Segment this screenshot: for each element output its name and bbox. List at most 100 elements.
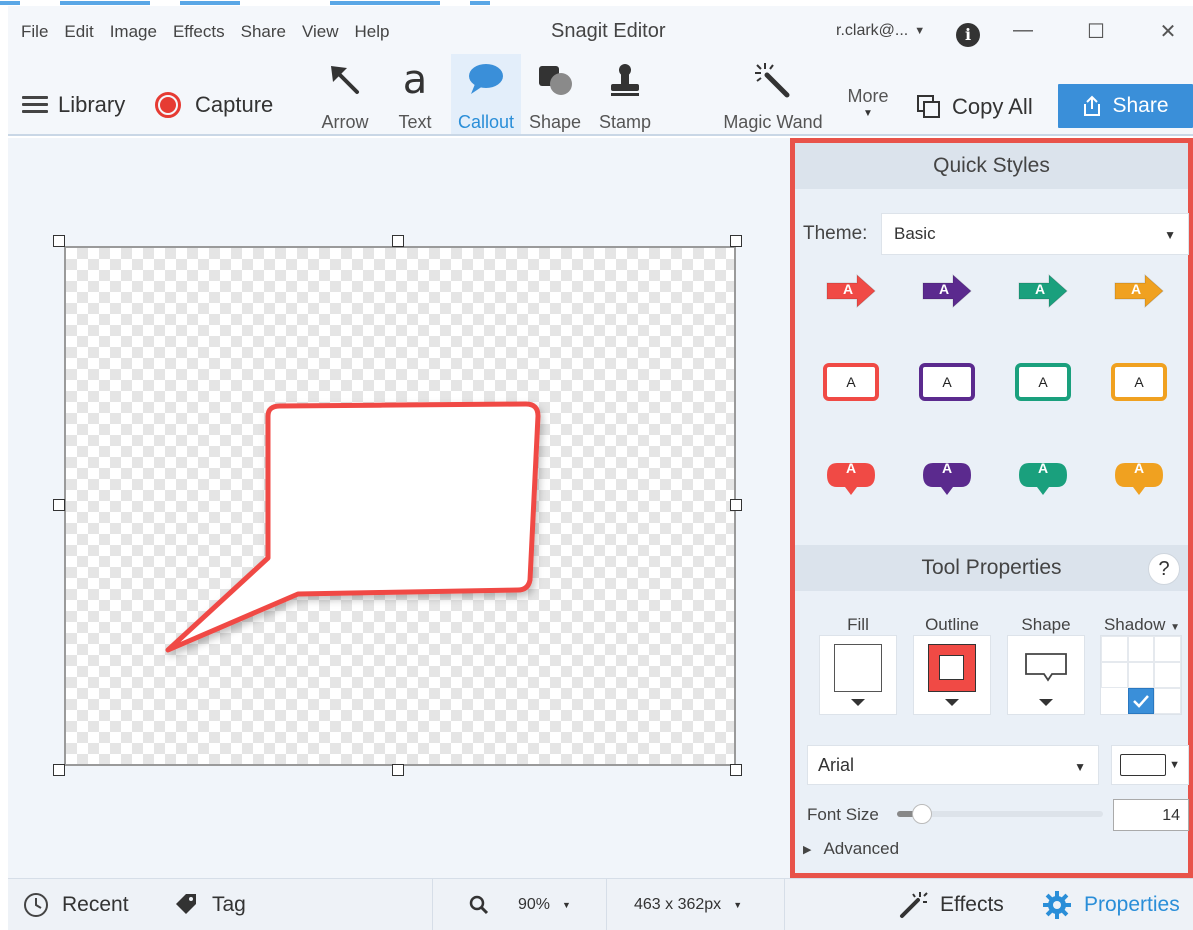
font-size-slider[interactable] [897,804,1103,824]
caret-down-icon: ▼ [562,900,571,910]
hamburger-icon [22,96,48,114]
more-button[interactable]: More ▼ [838,54,898,134]
zoom-select[interactable]: 90% ▼ [518,879,571,930]
font-size-input[interactable]: 14 [1113,799,1189,831]
font-family-value: Arial [818,755,855,775]
zoom-icon-button[interactable] [468,879,490,930]
fill-picker[interactable] [819,635,897,715]
resize-handle-r[interactable] [730,499,742,511]
outline-label: Outline [925,615,979,634]
quick-style-arrow-2[interactable]: A [917,261,977,321]
text-icon: a [402,57,428,103]
recent-button[interactable]: Recent [22,879,129,930]
tag-button[interactable]: Tag [174,879,246,930]
speech-callout[interactable] [66,248,734,764]
record-icon [155,92,181,118]
font-family-select[interactable]: Arial ▼ [807,745,1099,785]
quick-style-letter: A [941,460,953,476]
tool-magic-wand[interactable]: Magic Wand [718,54,828,134]
advanced-toggle[interactable]: ▶ Advanced [803,839,899,859]
quick-style-arrow-4[interactable]: A [1109,261,1169,321]
clock-icon [24,893,48,917]
resize-handle-l[interactable] [53,499,65,511]
theme-select[interactable]: Basic ▼ [881,213,1189,255]
share-label: Share [1112,94,1169,117]
resize-handle-t[interactable] [392,235,404,247]
menu-share[interactable]: Share [241,22,286,42]
copy-icon [917,95,940,118]
quick-style-arrow-1[interactable]: A [821,261,881,321]
shadow-direction-grid[interactable] [1100,635,1182,715]
quick-style-bubble-3[interactable]: A [1013,447,1073,507]
close-button[interactable]: ✕ [1153,19,1183,44]
checkmark-icon[interactable] [1127,688,1155,714]
quick-style-letter: A [1130,281,1142,297]
shape-picker[interactable] [1007,635,1085,715]
quick-style-box-2[interactable]: A [917,353,977,413]
fill-label: Fill [847,615,869,634]
tool-text[interactable]: a Text [382,54,448,134]
tool-stamp[interactable]: Stamp [592,54,658,134]
tool-arrow[interactable]: Arrow [312,54,378,134]
share-icon [1084,95,1101,116]
tool-properties-header: Tool Properties [795,545,1188,591]
properties-button[interactable]: Properties [1042,879,1180,930]
capture-button[interactable]: Capture [155,92,273,118]
menu-effects[interactable]: Effects [173,22,225,42]
menu-image[interactable]: Image [110,22,157,42]
image-canvas[interactable] [64,246,736,766]
title-bar: File Edit Image Effects Share View Help … [8,6,1193,54]
caret-down-icon: ▼ [733,900,743,910]
copy-all-label: Copy All [952,94,1033,119]
resize-handle-tl[interactable] [53,235,65,247]
account-name: r.clark@... [836,22,909,39]
info-icon[interactable]: i [956,23,980,47]
resize-handle-bl[interactable] [53,764,65,776]
theme-label: Theme: [803,223,868,244]
menu-view[interactable]: View [302,22,339,42]
resize-handle-tr[interactable] [730,235,742,247]
caret-down-icon: ▼ [1074,760,1086,774]
menu-edit[interactable]: Edit [64,22,93,42]
copy-all-button[interactable]: Copy All [916,94,1033,120]
quick-style-arrow-3[interactable]: A [1013,261,1073,321]
text-color-picker[interactable]: ▼ [1111,745,1189,785]
callout-icon [451,60,521,100]
menu-file[interactable]: File [21,22,48,42]
maximize-button[interactable]: ☐ [1081,19,1111,44]
tool-shape[interactable]: Shape [522,54,588,134]
shape-icon [522,60,588,100]
outline-picker[interactable] [913,635,991,715]
tool-callout[interactable]: Callout [451,54,521,134]
quick-style-letter: A [1133,460,1145,476]
stamp-icon [592,60,658,100]
quick-style-bubble-4[interactable]: A [1109,447,1169,507]
toolbar: Library Capture Arrow a Text Callout Sha… [8,54,1193,136]
resize-handle-br[interactable] [730,764,742,776]
minimize-button[interactable]: — [1008,19,1038,42]
arrow-icon [312,60,378,100]
share-button[interactable]: Share [1058,84,1193,128]
quick-style-letter: A [1037,460,1049,476]
quick-styles-header: Quick Styles [795,143,1188,189]
slider-knob[interactable] [911,804,932,824]
help-button[interactable]: ? [1148,553,1180,585]
library-button[interactable]: Library [22,92,125,118]
caret-down-icon: ▼ [863,108,873,119]
quick-style-box-4[interactable]: A [1109,353,1169,413]
quick-style-bubble-2[interactable]: A [917,447,977,507]
font-size-label: Font Size [807,805,879,824]
capture-label: Capture [195,92,274,117]
magic-wand-icon [900,892,928,918]
quick-style-bubble-1[interactable]: A [821,447,881,507]
account-menu[interactable]: r.clark@... ▼ [836,22,925,40]
canvas-workspace [8,138,790,878]
resize-handle-b[interactable] [392,764,404,776]
quick-style-box-3[interactable]: A [1013,353,1073,413]
quick-style-box-1[interactable]: A [821,353,881,413]
effects-button[interactable]: Effects [898,879,1004,930]
properties-panel: Quick Styles Theme: Basic ▼ A A A A A A A A A A A A… [790,138,1193,878]
menu-help[interactable]: Help [355,22,390,42]
shadow-label[interactable]: Shadow ▼ [1097,615,1187,635]
dimensions-select[interactable]: 463 x 362px ▼ [634,879,742,930]
